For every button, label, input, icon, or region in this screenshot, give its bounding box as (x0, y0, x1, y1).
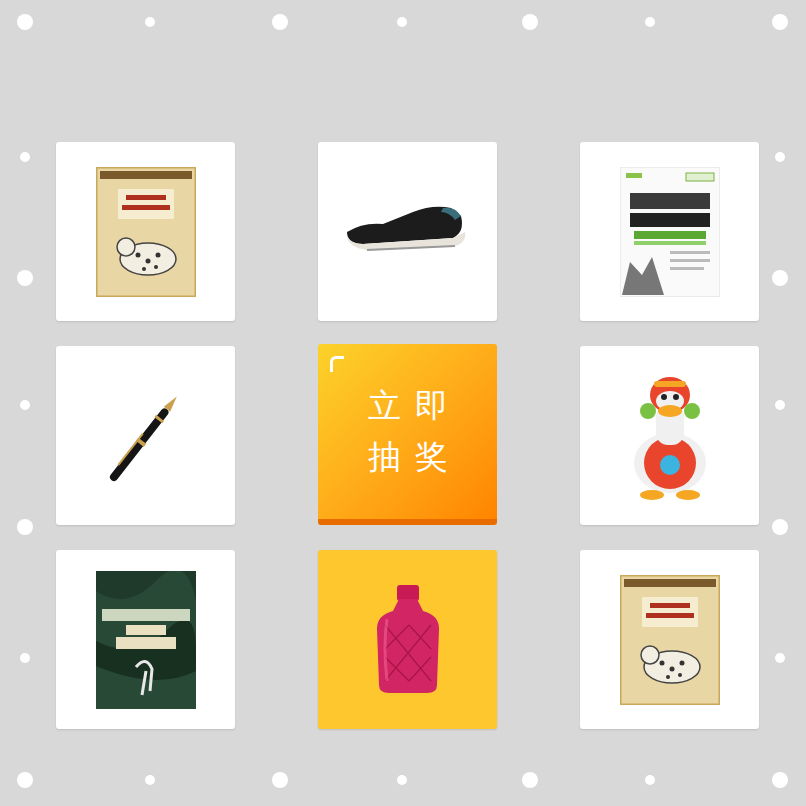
draw-button[interactable]: 立即抽奖 (318, 344, 497, 525)
dot (645, 775, 655, 785)
prize-picture (620, 167, 720, 297)
prize-card (318, 142, 497, 321)
dot (17, 14, 33, 30)
prize-picture (96, 571, 196, 709)
dot (772, 772, 788, 788)
dot (522, 772, 538, 788)
lottery-board: 立即抽奖 (0, 0, 806, 806)
dot (17, 772, 33, 788)
dot (145, 17, 155, 27)
corner-mark (330, 356, 344, 372)
prize-picture (620, 575, 720, 705)
dot (775, 653, 785, 663)
button-label: 抽奖 (354, 439, 462, 475)
prize-card (56, 142, 235, 321)
prize-card (580, 142, 759, 321)
prize-picture (96, 167, 196, 297)
prize-picture (622, 371, 718, 501)
dot (272, 14, 288, 30)
prize-picture (96, 381, 196, 491)
prize-grid: 立即抽奖 (0, 0, 806, 729)
prize-picture (343, 202, 473, 262)
prize-picture (373, 585, 443, 695)
dot (397, 775, 407, 785)
dot (272, 772, 288, 788)
dot (17, 519, 33, 535)
dot (145, 775, 155, 785)
dot (645, 17, 655, 27)
dot (772, 270, 788, 286)
dot (772, 519, 788, 535)
dot (772, 14, 788, 30)
prize-card (56, 550, 235, 729)
prize-card (580, 550, 759, 729)
dot (397, 17, 407, 27)
prize-card (318, 550, 497, 729)
dot (20, 152, 30, 162)
prize-card (580, 346, 759, 525)
dot (20, 400, 30, 410)
prize-card (56, 346, 235, 525)
dot (775, 152, 785, 162)
dot (775, 400, 785, 410)
dot (20, 653, 30, 663)
dot (17, 270, 33, 286)
button-label: 立即 (354, 388, 462, 424)
dot (522, 14, 538, 30)
